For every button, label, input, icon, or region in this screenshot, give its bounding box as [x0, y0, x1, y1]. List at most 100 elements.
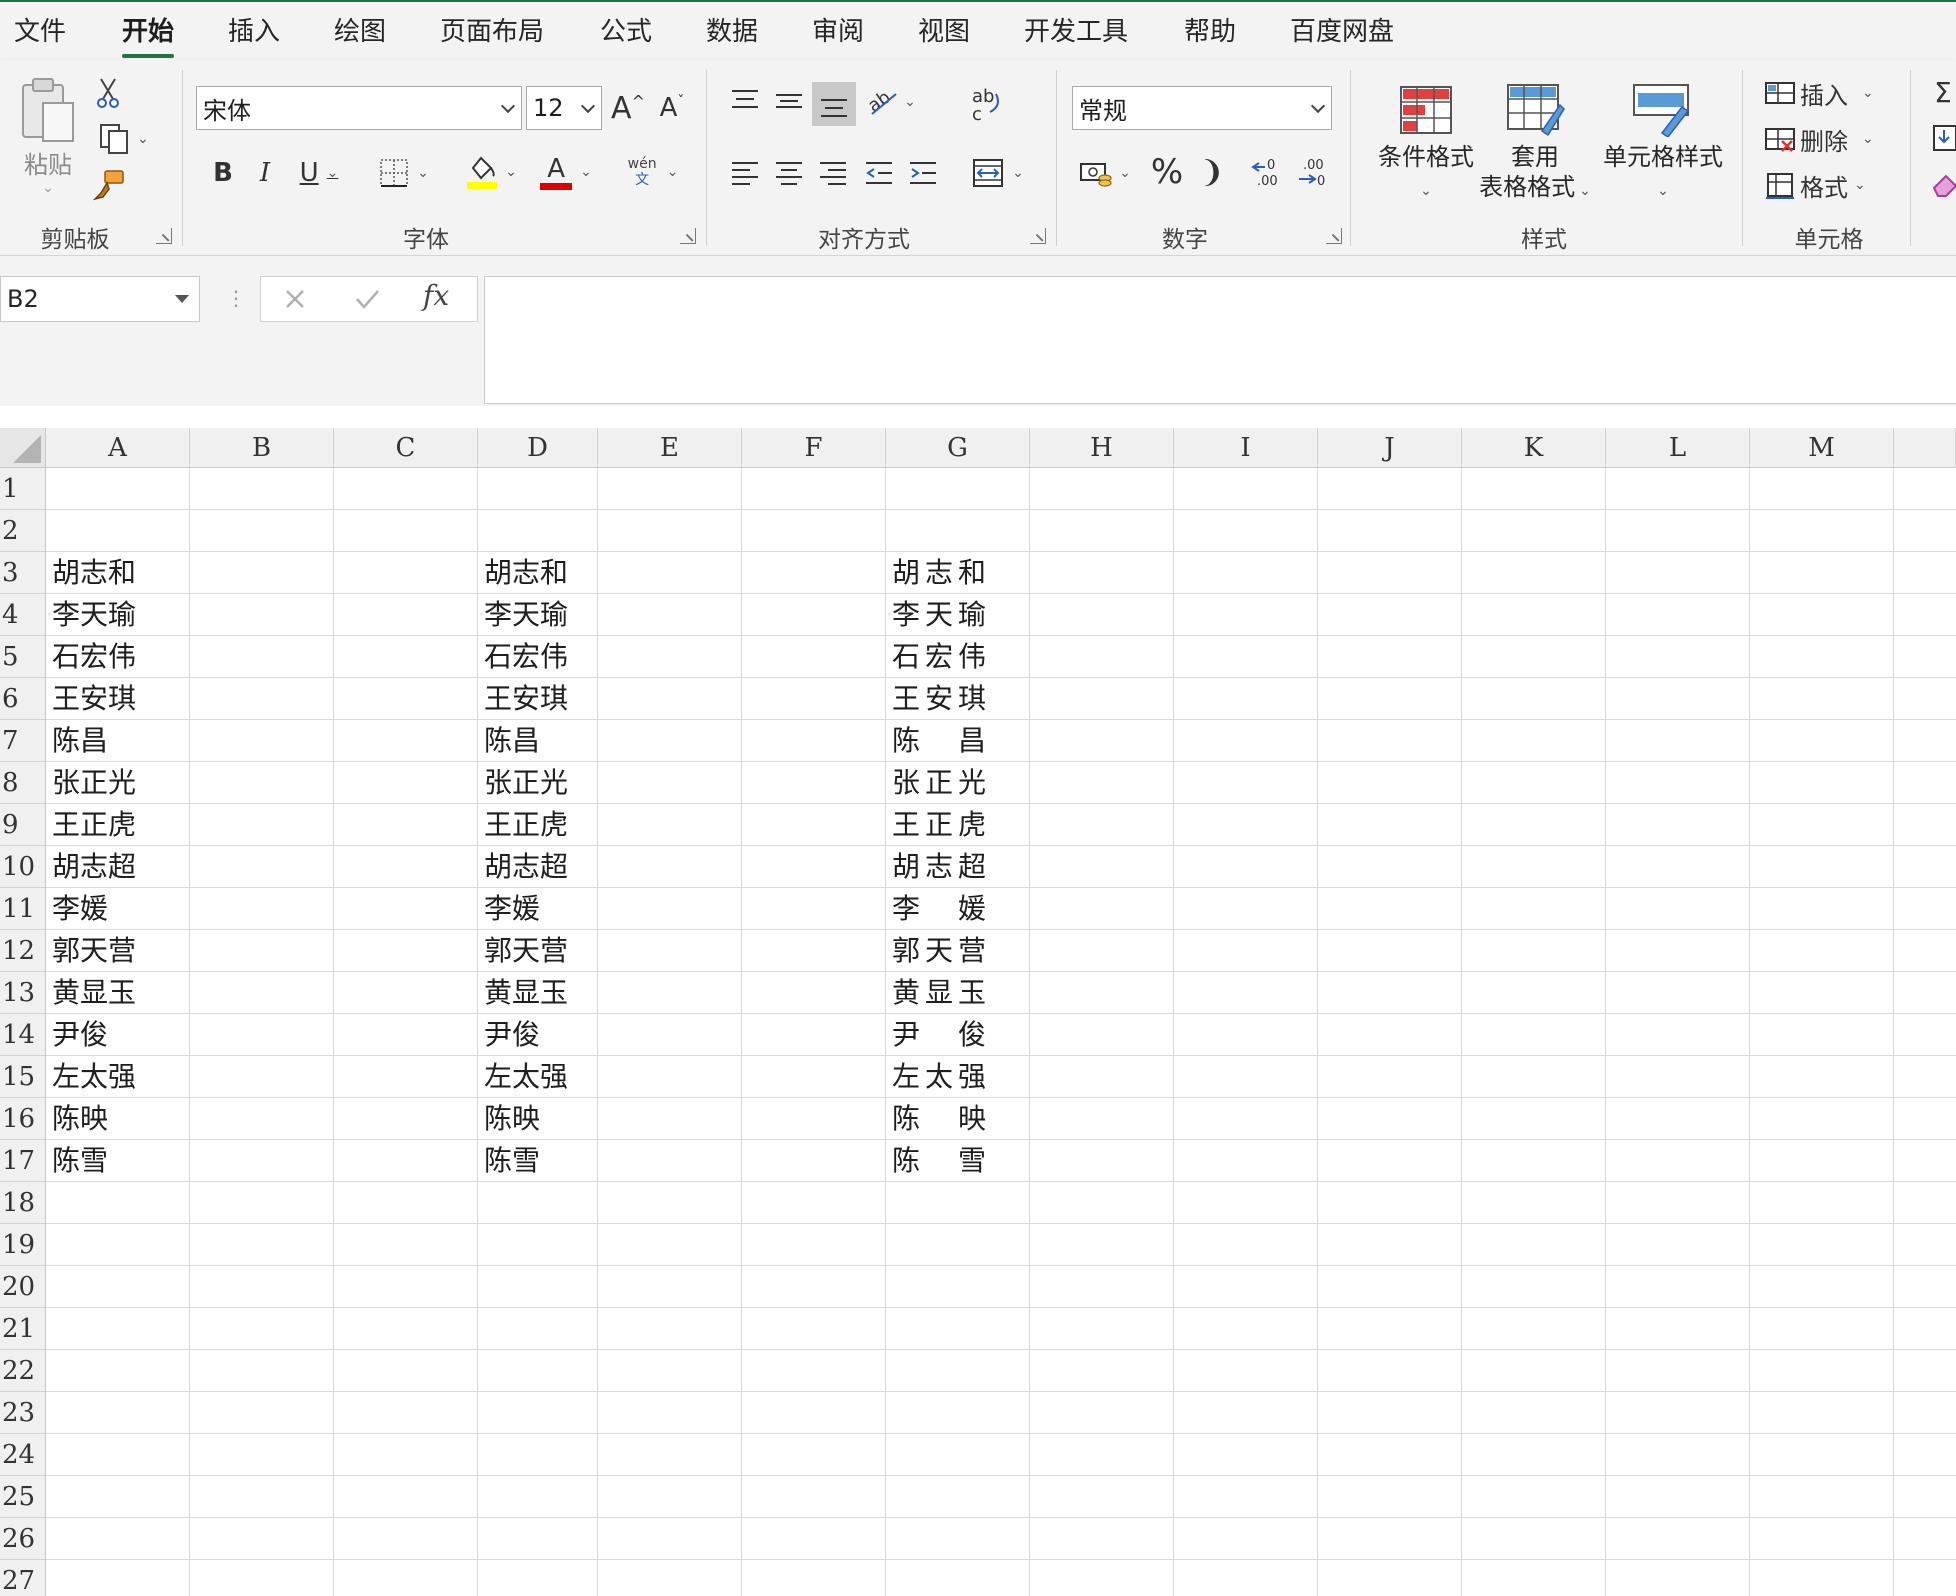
row-header-16[interactable]: 16 [0, 1098, 46, 1140]
format-as-table-button[interactable] [1502, 80, 1570, 140]
tab-page-layout[interactable]: 页面布局 [440, 14, 544, 54]
row-header-26[interactable]: 26 [0, 1518, 46, 1560]
number-dialog-launcher[interactable] [1326, 228, 1342, 244]
column-header-e[interactable]: E [598, 428, 742, 468]
decrease-decimal-button[interactable]: .00 0 [1292, 150, 1334, 194]
cell-g10[interactable]: 胡志超 [892, 846, 986, 888]
fill-button[interactable] [1930, 120, 1956, 156]
row-header-25[interactable]: 25 [0, 1476, 46, 1518]
increase-indent-button[interactable] [904, 152, 942, 194]
clear-button[interactable] [1930, 166, 1956, 202]
cell-g14[interactable]: 尹俊 [892, 1014, 986, 1056]
insert-function-button[interactable]: fx [423, 279, 463, 319]
bold-button[interactable]: B [206, 152, 240, 194]
cell-d16[interactable]: 陈映 [484, 1098, 540, 1140]
cell-g6[interactable]: 王安琪 [892, 678, 986, 720]
cell-d7[interactable]: 陈昌 [484, 720, 540, 762]
row-header-27[interactable]: 27 [0, 1560, 46, 1596]
cell-d5[interactable]: 石宏伟 [484, 636, 568, 678]
cell-g16[interactable]: 陈映 [892, 1098, 986, 1140]
tab-draw[interactable]: 绘图 [334, 14, 386, 54]
row-header-23[interactable]: 23 [0, 1392, 46, 1434]
cell-g15[interactable]: 左太强 [892, 1056, 986, 1098]
cell-d9[interactable]: 王正虎 [484, 804, 568, 846]
cell-styles-button[interactable] [1628, 80, 1696, 140]
top-align-button[interactable] [726, 82, 764, 120]
orientation-button[interactable]: ab ⌄ [860, 82, 922, 122]
column-header-m[interactable]: M [1750, 428, 1894, 468]
select-all-button[interactable] [0, 428, 46, 468]
cell-a5[interactable]: 石宏伟 [52, 636, 136, 678]
cell-a8[interactable]: 张正光 [52, 762, 136, 804]
cell-d10[interactable]: 胡志超 [484, 846, 568, 888]
row-header-20[interactable]: 20 [0, 1266, 46, 1308]
cell-a10[interactable]: 胡志超 [52, 846, 136, 888]
cell-a12[interactable]: 郭天营 [52, 930, 136, 972]
cell-d13[interactable]: 黄显玉 [484, 972, 568, 1014]
row-header-22[interactable]: 22 [0, 1350, 46, 1392]
tab-home[interactable]: 开始 [122, 14, 175, 58]
row-header-6[interactable]: 6 [0, 678, 46, 720]
cell-g3[interactable]: 胡志和 [892, 552, 986, 594]
cell-g11[interactable]: 李媛 [892, 888, 986, 930]
column-header-a[interactable]: A [46, 428, 190, 468]
row-header-24[interactable]: 24 [0, 1434, 46, 1476]
accounting-format-button[interactable]: ⌄ [1074, 152, 1136, 194]
autosum-button[interactable]: Σ [1930, 74, 1956, 110]
cell-a16[interactable]: 陈映 [52, 1098, 108, 1140]
more-options-icon[interactable]: ⋮ [226, 286, 246, 310]
cell-d4[interactable]: 李天瑜 [484, 594, 568, 636]
row-header-13[interactable]: 13 [0, 972, 46, 1014]
row-header-21[interactable]: 21 [0, 1308, 46, 1350]
format-painter-button[interactable] [92, 168, 128, 204]
decrease-indent-button[interactable] [860, 152, 898, 194]
column-header-k[interactable]: K [1462, 428, 1606, 468]
increase-decimal-button[interactable]: 0.00 [1246, 150, 1288, 194]
column-header-f[interactable]: F [742, 428, 886, 468]
column-header-l[interactable]: L [1606, 428, 1750, 468]
cell-a3[interactable]: 胡志和 [52, 552, 136, 594]
row-header-8[interactable]: 8 [0, 762, 46, 804]
column-header-c[interactable]: C [334, 428, 478, 468]
delete-cells-button[interactable]: 删除 ⌄ [1764, 120, 1882, 158]
tab-view[interactable]: 视图 [918, 14, 970, 54]
name-box[interactable]: B2 [0, 276, 200, 322]
phonetic-guide-button[interactable]: wén 文 ⌄ [620, 150, 686, 194]
tab-baidu-netdisk[interactable]: 百度网盘 [1290, 14, 1394, 54]
number-format-combo[interactable]: 常规 [1072, 86, 1332, 130]
insert-cells-button[interactable]: 插入 ⌄ [1764, 74, 1882, 112]
cell-g5[interactable]: 石宏伟 [892, 636, 986, 678]
cell-d14[interactable]: 尹俊 [484, 1014, 540, 1056]
format-cells-button[interactable]: 格式 ⌄ [1764, 166, 1882, 204]
cell-a15[interactable]: 左太强 [52, 1056, 136, 1098]
tab-formulas[interactable]: 公式 [600, 14, 652, 54]
column-header-g[interactable]: G [886, 428, 1030, 468]
column-header-i[interactable]: I [1174, 428, 1318, 468]
font-name-combo[interactable]: 宋体 [196, 86, 522, 130]
align-center-button[interactable] [770, 152, 808, 194]
borders-button[interactable]: ⌄ [370, 152, 438, 194]
conditional-formatting-button[interactable] [1376, 80, 1476, 140]
fill-color-button[interactable]: ⌄ [460, 150, 522, 194]
row-header-1[interactable]: 1 [0, 468, 46, 510]
tab-insert[interactable]: 插入 [228, 14, 280, 54]
cell-d15[interactable]: 左太强 [484, 1056, 568, 1098]
row-header-15[interactable]: 15 [0, 1056, 46, 1098]
comma-style-button[interactable]: ❩ [1192, 150, 1232, 194]
cell-d8[interactable]: 张正光 [484, 762, 568, 804]
confirm-entry-button[interactable] [351, 283, 383, 315]
cell-g4[interactable]: 李天瑜 [892, 594, 986, 636]
shrink-font-button[interactable]: Aˇ [652, 86, 692, 130]
cut-button[interactable] [92, 76, 124, 110]
merge-center-button[interactable]: ⌄ [966, 152, 1030, 194]
clipboard-dialog-launcher[interactable] [156, 228, 172, 244]
cell-a14[interactable]: 尹俊 [52, 1014, 108, 1056]
cell-a7[interactable]: 陈昌 [52, 720, 108, 762]
column-header-b[interactable]: B [190, 428, 334, 468]
tab-file[interactable]: 文件 [14, 14, 66, 54]
cell-d12[interactable]: 郭天营 [484, 930, 568, 972]
font-color-button[interactable]: A ⌄ [534, 150, 598, 194]
alignment-dialog-launcher[interactable] [1030, 228, 1046, 244]
cell-d17[interactable]: 陈雪 [484, 1140, 540, 1182]
cell-a6[interactable]: 王安琪 [52, 678, 136, 720]
